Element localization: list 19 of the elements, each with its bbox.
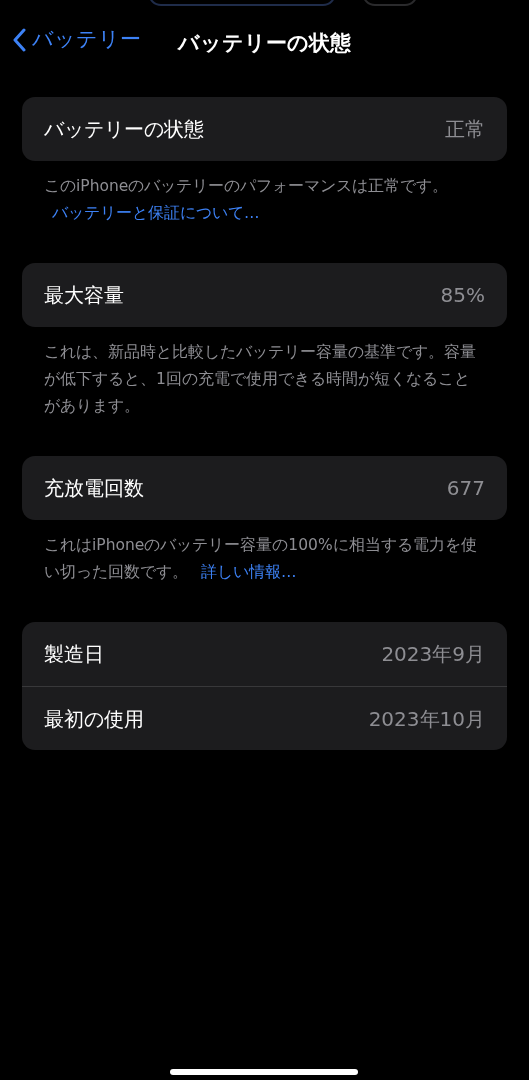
footer-link[interactable]: バッテリーと保証について… (52, 204, 260, 222)
home-indicator[interactable] (170, 1069, 358, 1075)
row-value: 正常 (445, 116, 485, 143)
footer-link[interactable]: 詳しい情報… (200, 563, 297, 581)
page-title: バッテリーの状態 (178, 31, 351, 55)
chevron-left-icon (12, 27, 26, 52)
row-label: バッテリーの状態 (44, 116, 204, 143)
row-label: 最初の使用 (44, 705, 144, 733)
row-value: 85% (440, 282, 485, 309)
row-label: 最大容量 (44, 282, 124, 309)
footer-text: このiPhoneのバッテリーのパフォーマンスは正常です。 バッテリーと保証について… (44, 176, 450, 224)
row-value: 2023年9月 (381, 641, 485, 668)
row-value: 2023年10月 (368, 705, 485, 733)
footer-text: これは、新品時と比較したバッテリー容量の基準です。容量が低下すると、1回の充電で使用できる時間が短くなることがあります。 (44, 342, 477, 417)
row-value: 677 (446, 475, 485, 502)
row-label: 充放電回数 (44, 475, 144, 502)
footer-text: これはiPhoneのバッテリー容量の100%に相当する電力を使い切った回数です。 詳しい情報… (44, 535, 478, 583)
back-button[interactable]: バッテリー (12, 24, 141, 56)
row-label: 製造日 (44, 641, 104, 668)
